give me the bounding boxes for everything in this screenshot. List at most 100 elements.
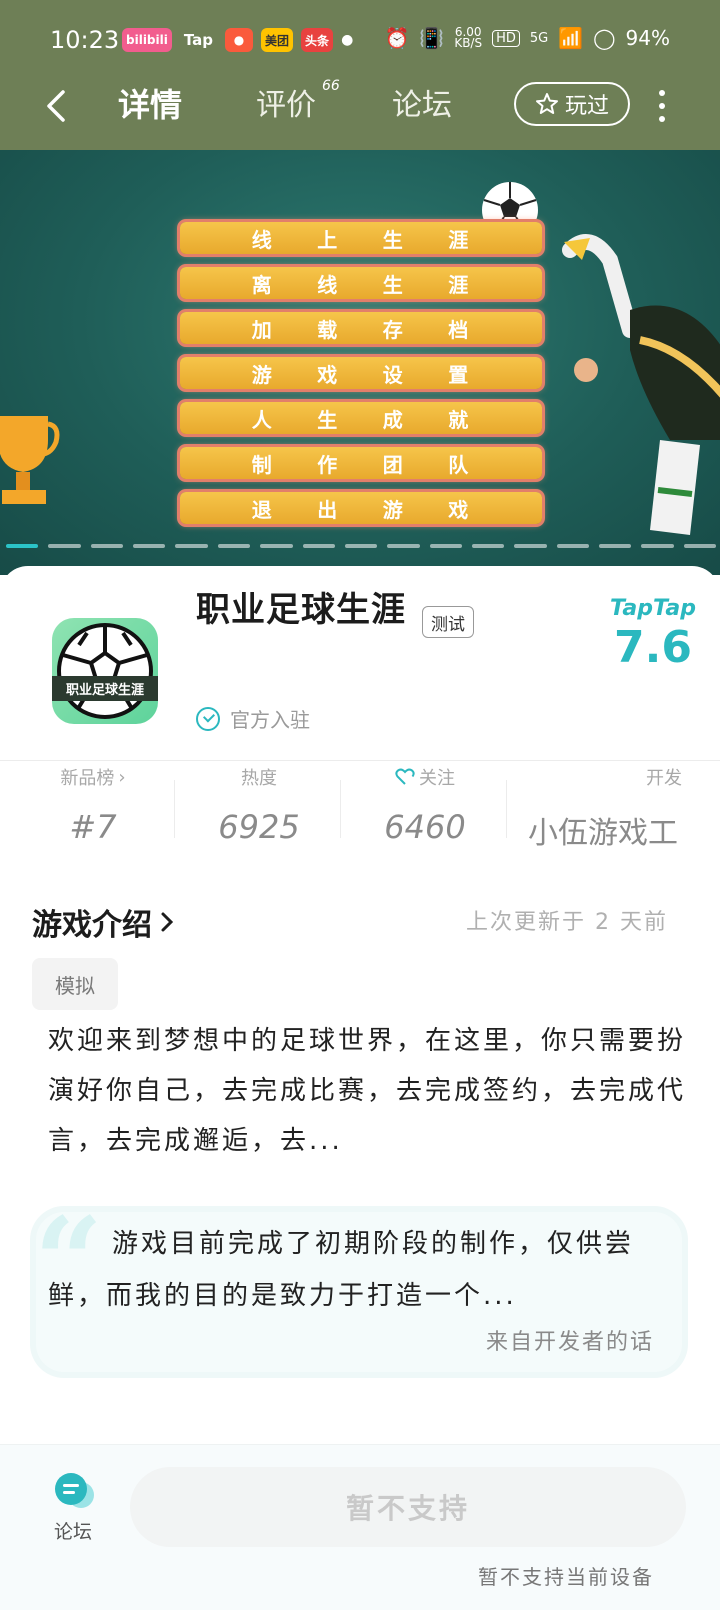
banner-game-menu: 线上生涯 离线生涯 加载存档 游戏设置 人生成就 制作团队 退出游戏 [180,222,542,524]
stats-row: 新品榜 › #7 热度 6925 关注 6460 开发 小伍游戏工 [0,760,720,860]
carousel-dot [90,544,124,548]
stat-separator [174,780,175,838]
official-verified[interactable]: 官方入驻 [196,704,310,733]
genre-tag[interactable]: 模拟 [32,958,118,1010]
developer-name: 小伍游戏工 [528,816,678,851]
stat-developer[interactable]: 开发 小伍游戏工 [508,760,720,860]
carousel-dot [217,544,251,548]
soccer-ball-icon [57,623,153,719]
unsupported-button[interactable]: 暂不支持 [130,1467,686,1547]
carousel-dot [599,544,632,548]
carousel-dot [6,544,39,548]
banner-menu-item: 人生成就 [180,402,542,434]
taptap-app-icon: Tap [183,31,214,49]
carousel-dot [514,544,547,548]
verified-label: 官方入驻 [230,708,310,732]
banner-menu-char: 队 [448,452,471,477]
banner-menu-item: 加载存档 [180,312,542,344]
carousel-dot [48,544,81,548]
chevron-right-icon [161,912,174,932]
stat-label: 新品榜 › [10,764,176,790]
status-bar: 10:23 bilibili Tap ● 美团 头条 ● ⏰ 📳 6.00 KB/… [0,0,720,80]
battery-level: 94% [625,26,670,50]
signal-bars-icon: 📶 [558,26,584,50]
banner-menu-char: 涯 [448,227,471,252]
banner-menu-char: 涯 [448,272,471,297]
kuaishou-app-icon: ● [225,28,254,52]
carousel-dot [429,544,462,548]
back-button[interactable] [36,84,76,128]
forum-icon [53,1471,94,1511]
trophy-icon [0,416,60,504]
more-menu-button[interactable] [650,86,674,126]
banner-menu-char: 游 [382,497,405,522]
stat-follow[interactable]: 关注 6460 [342,760,508,860]
developer-note[interactable]: “ 游戏目前完成了初期阶段的制作，仅供尝鲜，而我的目的是致力于打造一个... 来… [34,1202,682,1372]
stat-label-text: 关注 [419,768,455,789]
net-speed: 6.00 KB/S [454,26,483,50]
signal-5g-icon: 5G [529,30,549,46]
played-button[interactable]: 玩过 [514,82,630,126]
stat-label: 关注 [342,764,508,790]
banner-menu-char: 上 [317,227,340,252]
chevron-right-icon: › [118,766,126,788]
stat-new-rank[interactable]: 新品榜 › #7 [10,760,176,860]
game-app-icon: 职业足球生涯 [52,618,158,724]
unsupported-device-note: 暂不支持当前设备 [478,1565,654,1589]
stat-separator [506,780,507,838]
heart-add-icon [395,768,415,785]
alarm-icon: ⏰ [384,26,410,50]
stat-value: #7 [69,808,117,846]
banner-menu-char: 档 [448,317,471,342]
last-updated: 上次更新于 2 天前 [466,910,668,935]
banner-menu-char: 退 [251,497,274,522]
status-right: ⏰ 📳 6.00 KB/S HD 5G 📶 ◯ 94% [385,26,670,50]
vibrate-icon: 📳 [419,26,445,50]
toutiao-app-icon: 头条 [301,28,334,52]
carousel-dot [471,544,505,548]
carousel-indicator [6,544,717,548]
banner-menu-char: 人 [251,407,274,432]
banner-menu-char: 存 [382,317,405,342]
banner-menu-char: 成 [382,407,405,432]
intro-title-text: 游戏介绍 [32,908,152,943]
banner-menu-char: 离 [251,272,274,297]
banner-menu-char: 置 [448,362,471,387]
carousel-dot [302,544,335,548]
banner-menu-char: 戏 [448,497,471,522]
banner-menu-char: 制 [251,452,274,477]
banner-menu-char: 生 [317,407,340,432]
banner-menu-item: 游戏设置 [180,357,542,389]
carousel-dot [260,544,293,548]
carousel-dot [175,544,208,548]
tab-reviews[interactable]: 评价 [256,80,316,124]
tab-detail[interactable]: 详情 [118,80,182,126]
stat-value: 6925 [218,808,300,846]
bottom-action-bar: 论坛 暂不支持 暂不支持当前设备 [0,1444,720,1610]
chevron-left-icon [47,90,65,122]
beta-badge: 测试 [422,606,474,638]
net-speed-unit: KB/S [454,36,483,50]
banner-menu-item: 线上生涯 [180,222,542,254]
intro-text[interactable]: 欢迎来到梦想中的足球世界，在这里，你只需要扮演好你自己，去完成比赛，去完成签约，… [48,1016,688,1166]
carousel-dot [387,544,420,548]
carousel-dot [683,544,717,548]
developer-note-source: 来自开发者的话 [485,1330,654,1355]
status-app-icons: bilibili Tap ● 美团 头条 ● [122,28,353,52]
game-title: 职业足球生涯 [196,590,406,630]
forum-button[interactable]: 论坛 [40,1471,106,1544]
star-add-icon [535,93,558,114]
banner-menu-char: 生 [382,227,405,252]
intro-section-title[interactable]: 游戏介绍 [32,900,174,944]
banner-menu-char: 游 [251,362,274,387]
stat-label: 热度 [241,768,277,789]
review-count: 66 [322,78,340,94]
nav-bar: 详情 评价 66 论坛 玩过 [0,76,720,146]
banner-screenshot[interactable]: 线上生涯 离线生涯 加载存档 游戏设置 人生成就 制作团队 退出游戏 [0,150,720,575]
hd-icon: HD [492,29,520,47]
stat-heat: 热度 6925 [176,760,342,860]
tab-forum[interactable]: 论坛 [392,80,452,124]
rating-score[interactable]: 7.6 [614,622,692,673]
banner-menu-item: 退出游戏 [180,492,542,524]
banner-menu-char: 团 [382,452,405,477]
